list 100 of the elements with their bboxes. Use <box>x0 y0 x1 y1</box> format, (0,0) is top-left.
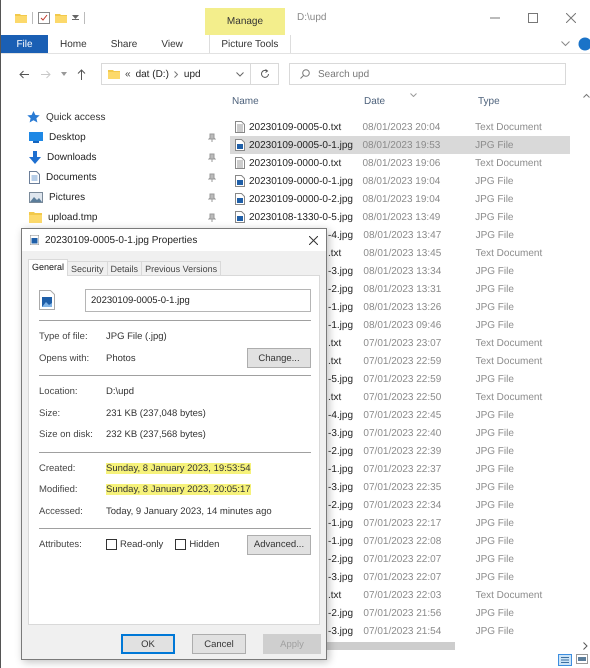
file-row[interactable]: -5.jpg 07/01/2023 22:59 JPG File <box>328 370 570 388</box>
file-type: JPG File <box>476 554 515 564</box>
document-icon <box>29 170 40 184</box>
ribbon-tab[interactable]: Picture Tools <box>208 35 291 53</box>
file-row[interactable]: 20230109-0000-0.txt 08/01/2023 19:06 Text Document <box>230 154 570 172</box>
chevron-down-icon[interactable] <box>561 41 570 47</box>
nav-item[interactable]: Quick access <box>1 107 230 127</box>
file-name: 20230109-0000-0-1.jpg <box>249 176 353 186</box>
file-row[interactable]: -3.jpg 08/01/2023 13:34 JPG File <box>328 262 570 280</box>
back-arrow-icon[interactable] <box>19 70 30 78</box>
field-label: Location: <box>39 386 79 398</box>
file-row[interactable]: .txt 07/01/2023 22:03 Text Document <box>328 586 570 604</box>
file-type: JPG File <box>475 140 514 150</box>
scroll-right-icon[interactable] <box>583 642 588 650</box>
refresh-icon[interactable] <box>260 68 270 80</box>
file-name: -3.jpg <box>328 428 354 438</box>
ribbon-tab[interactable]: Share <box>98 35 150 53</box>
file-row[interactable]: 20230109-0005-0-1.jpg 08/01/2023 19:53 JPG File <box>230 136 570 154</box>
file-row[interactable]: .txt 07/01/2023 22:50 Text Document <box>328 388 570 406</box>
dialog-button[interactable]: OK <box>121 634 175 654</box>
file-type: JPG File <box>476 500 515 510</box>
column-header[interactable]: Type <box>478 96 574 106</box>
maximize-icon[interactable] <box>528 12 538 22</box>
column-header[interactable]: Name <box>230 96 364 106</box>
file-name: -1.jpg <box>328 518 354 528</box>
search-icon <box>300 69 310 79</box>
download-arrow-icon <box>29 150 41 164</box>
file-row[interactable]: -2.jpg 08/01/2023 13:31 JPG File <box>328 280 570 298</box>
dialog-tab[interactable]: Previous Versions <box>141 261 222 276</box>
file-row[interactable]: 20230109-0000-0-1.jpg 08/01/2023 19:04 JPG File <box>230 172 570 190</box>
file-name-field[interactable]: 20230109-0005-0-1.jpg <box>85 288 311 312</box>
nav-item[interactable]: Documents <box>1 167 230 187</box>
image-file-icon <box>39 290 55 310</box>
file-row[interactable]: -1.jpg 08/01/2023 13:26 JPG File <box>328 298 570 316</box>
dropdown-icon[interactable] <box>61 72 67 76</box>
file-date: 07/01/2023 22:40 <box>363 428 442 438</box>
file-date: 07/01/2023 22:34 <box>363 500 442 510</box>
nav-item[interactable]: Desktop <box>1 127 230 147</box>
nav-item[interactable]: Pictures <box>1 187 230 207</box>
file-row[interactable]: -1.jpg 07/01/2023 22:08 JPG File <box>328 532 570 550</box>
file-row[interactable]: -2.jpg 07/01/2023 21:56 JPG File <box>328 604 570 622</box>
details-view-icon[interactable] <box>558 654 572 666</box>
folder-icon <box>29 211 42 223</box>
checkbox[interactable] <box>106 539 117 550</box>
scroll-up-icon[interactable] <box>583 93 590 98</box>
field-label: Size on disk: <box>39 429 94 440</box>
nav-item[interactable]: Downloads <box>1 147 230 167</box>
dialog-button[interactable]: Cancel <box>192 634 246 654</box>
properties-icon[interactable] <box>38 12 50 24</box>
file-row[interactable]: -2.jpg 07/01/2023 22:34 JPG File <box>328 496 570 514</box>
file-row[interactable]: -1.jpg 08/01/2023 09:46 JPG File <box>328 316 570 334</box>
ribbon-tab[interactable]: View <box>149 35 195 53</box>
sort-caret-icon[interactable] <box>410 93 417 97</box>
file-row[interactable]: -4.jpg 07/01/2023 22:45 JPG File <box>328 406 570 424</box>
checkbox[interactable] <box>175 539 186 550</box>
nav-item[interactable]: upload.tmp <box>1 207 230 227</box>
file-row[interactable]: -3.jpg 07/01/2023 22:35 JPG File <box>328 478 570 496</box>
file-date: 07/01/2023 22:17 <box>363 518 442 528</box>
file-row[interactable]: -3.jpg 07/01/2023 22:40 JPG File <box>328 424 570 442</box>
file-type: JPG File <box>476 536 515 546</box>
checkbox-label[interactable]: Hidden <box>189 539 220 550</box>
ribbon-tab[interactable]: File <box>1 35 48 53</box>
file-row[interactable]: -3.jpg 07/01/2023 22:07 JPG File <box>328 568 570 586</box>
file-row[interactable]: .txt 08/01/2023 13:45 Text Document <box>328 244 570 262</box>
file-row[interactable]: 20230109-0000-0-2.jpg 08/01/2023 19:04 JPG File <box>230 190 570 208</box>
file-row[interactable]: -1.jpg 07/01/2023 22:37 JPG File <box>328 460 570 478</box>
file-row[interactable]: 20230109-0005-0.txt 08/01/2023 20:04 Text Document <box>230 118 570 136</box>
thumbnail-view-icon[interactable] <box>576 654 588 664</box>
breadcrumb-segment[interactable]: upd <box>184 68 201 80</box>
breadcrumb-segment[interactable]: dat (D:) <box>136 68 169 80</box>
breadcrumb-overflow[interactable]: « <box>125 68 131 80</box>
chevron-down-icon[interactable] <box>236 72 244 76</box>
file-row[interactable]: .txt 07/01/2023 23:07 Text Document <box>328 334 570 352</box>
file-row[interactable]: -1.jpg 07/01/2023 22:17 JPG File <box>328 514 570 532</box>
search-field[interactable]: Search upd <box>289 63 566 85</box>
file-row[interactable]: -2.jpg 07/01/2023 22:39 JPG File <box>328 442 570 460</box>
advanced-button[interactable]: Advanced... <box>247 534 311 555</box>
file-row[interactable]: -2.jpg 07/01/2023 22:07 JPG File <box>328 550 570 568</box>
field-value: Sunday, 8 January 2023, 20:05:17 <box>106 484 251 496</box>
file-row[interactable]: -4.jpg 08/01/2023 13:47 JPG File <box>328 226 570 244</box>
dialog-tab[interactable]: General <box>28 259 68 276</box>
address-bar[interactable]: « dat (D:) upd <box>101 63 251 85</box>
close-icon[interactable] <box>309 236 318 244</box>
help-icon[interactable] <box>578 37 590 51</box>
file-name: -4.jpg <box>328 410 354 420</box>
file-name: .txt <box>328 248 342 258</box>
file-name: -1.jpg <box>328 464 354 474</box>
file-row[interactable]: .txt 07/01/2023 22:59 Text Document <box>328 352 570 370</box>
file-name: .txt <box>328 392 342 402</box>
column-header[interactable]: Date <box>364 96 478 106</box>
change-button[interactable]: Change... <box>247 348 311 368</box>
up-arrow-icon[interactable] <box>77 68 86 80</box>
dropdown-icon[interactable] <box>72 15 79 20</box>
file-date: 07/01/2023 22:03 <box>363 590 442 600</box>
file-row[interactable]: -3.jpg 07/01/2023 21:54 JPG File <box>328 622 570 640</box>
file-date: 08/01/2023 19:53 <box>362 140 442 150</box>
checkbox-label[interactable]: Read-only <box>120 539 164 550</box>
file-row[interactable]: 20230108-1330-0-5.jpg 08/01/2023 13:49 JPG File <box>230 208 570 226</box>
file-type: Text Document <box>476 590 544 600</box>
ribbon-tab[interactable]: Home <box>48 35 99 53</box>
